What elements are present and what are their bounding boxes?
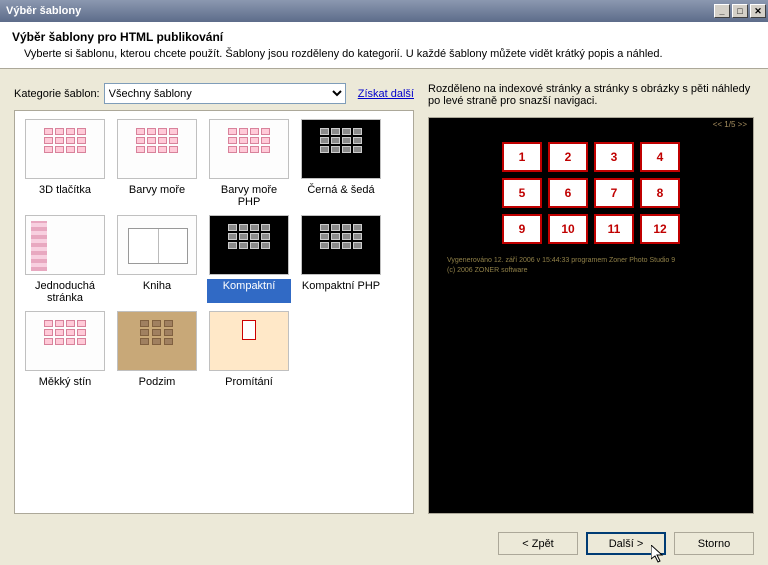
template-thumbnail <box>117 311 197 371</box>
template-item[interactable]: Barvy moře <box>115 119 199 209</box>
template-thumbnail <box>117 119 197 179</box>
template-item[interactable]: Podzim <box>115 311 199 399</box>
template-label: Měkký stín <box>23 375 107 399</box>
template-item[interactable]: Kompaktní <box>207 215 291 305</box>
template-label: Barvy moře <box>115 183 199 207</box>
template-thumbnail <box>25 215 105 275</box>
preview-pager: << 1/5 >> <box>713 120 747 129</box>
template-thumbnail <box>25 311 105 371</box>
template-label: Podzim <box>115 375 199 399</box>
preview-cell: 12 <box>640 214 680 244</box>
template-label: Jednoduchá stránka <box>23 279 107 305</box>
preview-cell: 3 <box>594 142 634 172</box>
page-title: Výběr šablony pro HTML publikování <box>12 30 756 44</box>
template-item[interactable]: 3D tlačítka <box>23 119 107 209</box>
template-thumbnail <box>209 119 289 179</box>
template-item[interactable]: Barvy moře PHP <box>207 119 291 209</box>
template-thumbnail <box>25 119 105 179</box>
template-thumbnail <box>117 215 197 275</box>
preview-cell: 10 <box>548 214 588 244</box>
preview-cell: 2 <box>548 142 588 172</box>
back-button[interactable]: < Zpět <box>498 532 578 555</box>
maximize-button[interactable]: □ <box>732 4 748 18</box>
template-item[interactable]: Kompaktní PHP <box>299 215 383 305</box>
template-item[interactable]: Promítání <box>207 311 291 399</box>
preview-cell: 5 <box>502 178 542 208</box>
preview-cell: 4 <box>640 142 680 172</box>
button-bar: < Zpět Další > Storno <box>0 522 768 565</box>
template-item[interactable]: Černá & šedá <box>299 119 383 209</box>
template-label: 3D tlačítka <box>23 183 107 207</box>
template-thumbnail <box>209 215 289 275</box>
close-button[interactable]: ✕ <box>750 4 766 18</box>
template-label: Černá & šedá <box>299 183 383 207</box>
template-label: Kompaktní PHP <box>299 279 383 303</box>
category-label: Kategorie šablon: <box>14 88 100 100</box>
template-item[interactable]: Kniha <box>115 215 199 305</box>
page-subtitle: Vyberte si šablonu, kterou chcete použít… <box>12 48 756 60</box>
template-thumbnail <box>209 311 289 371</box>
template-label: Promítání <box>207 375 291 399</box>
next-button[interactable]: Další > <box>586 532 666 555</box>
preview-cell: 6 <box>548 178 588 208</box>
template-item[interactable]: Měkký stín <box>23 311 107 399</box>
template-label: Kompaktní <box>207 279 291 303</box>
preview-pane: << 1/5 >> 123456789101112 Vygenerováno 1… <box>428 117 754 514</box>
header: Výběr šablony pro HTML publikování Vyber… <box>0 22 768 69</box>
get-more-link[interactable]: Získat další <box>358 88 414 100</box>
template-list: 3D tlačítka Barvy moře Barvy moře PHP Černá… <box>14 110 414 514</box>
preview-cell: 11 <box>594 214 634 244</box>
preview-cell: 9 <box>502 214 542 244</box>
minimize-button[interactable]: _ <box>714 4 730 18</box>
template-item[interactable]: Jednoduchá stránka <box>23 215 107 305</box>
preview-footer: Vygenerováno 12. září 2006 v 15:44:33 pr… <box>447 256 675 276</box>
template-description: Rozděleno na indexové stránky a stránky … <box>428 83 754 109</box>
cancel-button[interactable]: Storno <box>674 532 754 555</box>
preview-cell: 7 <box>594 178 634 208</box>
preview-cell: 1 <box>502 142 542 172</box>
template-thumbnail <box>301 215 381 275</box>
category-select[interactable]: Všechny šablony <box>104 83 346 104</box>
titlebar: Výběr šablony _ □ ✕ <box>0 0 768 22</box>
template-label: Barvy moře PHP <box>207 183 291 209</box>
template-label: Kniha <box>115 279 199 303</box>
template-thumbnail <box>301 119 381 179</box>
preview-cell: 8 <box>640 178 680 208</box>
window-title: Výběr šablony <box>6 5 81 17</box>
